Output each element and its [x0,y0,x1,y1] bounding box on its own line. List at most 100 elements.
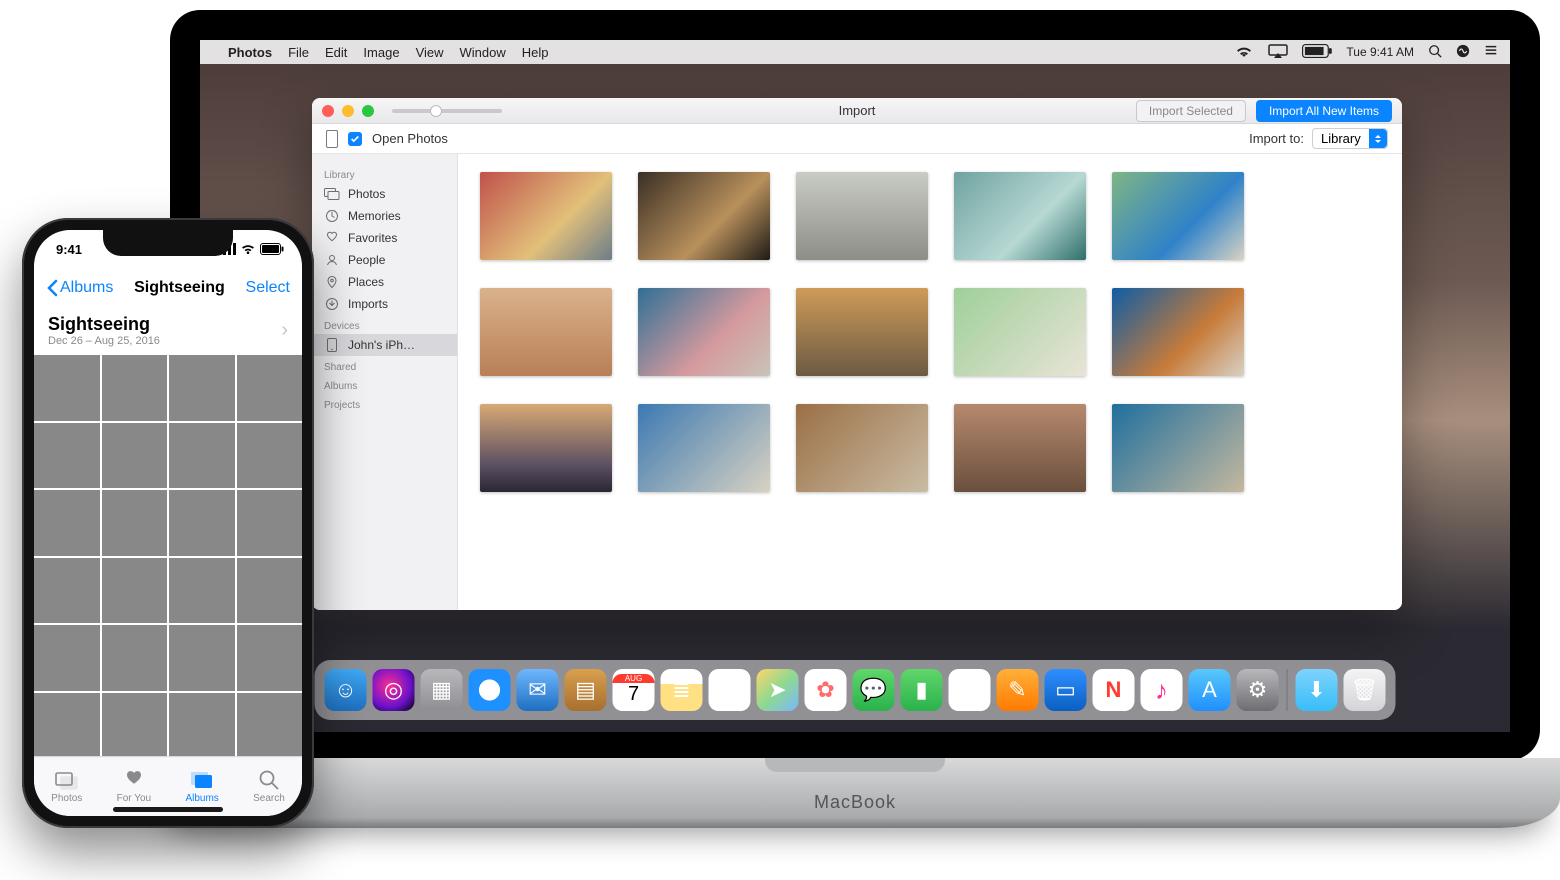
import-thumbnail[interactable] [954,404,1086,492]
photo-thumbnail[interactable] [169,423,235,489]
import-thumbnail[interactable] [1112,404,1244,492]
menu-help[interactable]: Help [522,45,549,60]
import-thumbnail[interactable] [1112,172,1244,260]
dock-app-calendar[interactable]: AUG7 [613,669,655,711]
photo-thumbnail[interactable] [34,490,100,556]
dock-app-numbers[interactable]: ▥ [949,669,991,711]
menubar-clock[interactable]: Tue 9:41 AM [1346,45,1414,59]
photo-thumbnail[interactable] [169,355,235,421]
photo-thumbnail[interactable] [34,355,100,421]
search-icon [256,769,282,791]
back-label: Albums [60,279,113,297]
tab-photos[interactable]: Photos [51,769,82,804]
siri-icon[interactable] [1456,44,1470,61]
menubar-app-name[interactable]: Photos [228,45,272,60]
photo-thumbnail[interactable] [237,490,303,556]
dock-app-itunes[interactable]: ♪ [1141,669,1183,711]
tab-albums[interactable]: Albums [185,769,218,804]
battery-icon[interactable] [1302,44,1332,61]
import-thumbnail[interactable] [954,172,1086,260]
import-thumbnail[interactable] [954,288,1086,376]
photo-thumbnail[interactable] [102,355,168,421]
sidebar-item-label: Places [348,275,384,289]
photo-thumbnail[interactable] [237,558,303,624]
dock-app-reminders[interactable]: ⊟ [709,669,751,711]
sidebar: LibraryPhotosMemoriesFavoritesPeoplePlac… [312,154,458,610]
dock-app-finder[interactable]: ☺ [325,669,367,711]
sidebar-item-places[interactable]: Places [312,271,457,293]
tab-foryou[interactable]: For You [117,769,151,804]
photo-thumbnail[interactable] [169,625,235,691]
sidebar-item-john-s-iph-[interactable]: John's iPh… [312,334,457,356]
photo-thumbnail[interactable] [102,490,168,556]
macbook-device: Photos File Edit Image View Window Help [150,0,1560,880]
dock-app-appstore[interactable]: A [1189,669,1231,711]
wifi-icon[interactable] [1234,44,1254,61]
photo-thumbnail[interactable] [237,355,303,421]
photo-thumbnail[interactable] [169,558,235,624]
back-button[interactable]: Albums [46,279,113,297]
dock-app-notes[interactable]: ≣ [661,669,703,711]
photo-thumbnail[interactable] [102,625,168,691]
dock-app-pages[interactable]: ✎ [997,669,1039,711]
menu-window[interactable]: Window [460,45,506,60]
dock-app-messages[interactable]: 💬 [853,669,895,711]
sidebar-item-favorites[interactable]: Favorites [312,227,457,249]
window-titlebar[interactable]: Import Import Selected Import All New It… [312,98,1402,124]
photo-thumbnail[interactable] [34,558,100,624]
photo-thumbnail[interactable] [237,693,303,759]
photo-thumbnail[interactable] [102,693,168,759]
dock-app-safari[interactable]: ✦ [469,669,511,711]
import-thumbnail[interactable] [1112,288,1244,376]
photo-thumbnail[interactable] [169,490,235,556]
photo-thumbnail[interactable] [102,423,168,489]
import-thumbnail[interactable] [638,404,770,492]
album-header[interactable]: Sightseeing Dec 26 – Aug 25, 2016 › [34,308,302,355]
photo-thumbnail[interactable] [237,625,303,691]
import-thumbnail[interactable] [796,404,928,492]
dock-app-preferences[interactable]: ⚙ [1237,669,1279,711]
import-thumbnail[interactable] [638,288,770,376]
open-photos-checkbox[interactable] [348,132,362,146]
import-thumbnail[interactable] [480,288,612,376]
dock-app-news[interactable]: N [1093,669,1135,711]
sidebar-item-imports[interactable]: Imports [312,293,457,315]
dock-app-mail[interactable]: ✉ [517,669,559,711]
import-thumbnail[interactable] [480,172,612,260]
dock-app-downloads[interactable]: ⬇ [1296,669,1338,711]
dock-app-photos[interactable]: ✿ [805,669,847,711]
import-thumbnail[interactable] [480,404,612,492]
photo-thumbnail[interactable] [34,625,100,691]
sidebar-item-photos[interactable]: Photos [312,183,457,205]
calendar-month: AUG [613,674,655,683]
import-thumbnail[interactable] [796,172,928,260]
menu-file[interactable]: File [288,45,309,60]
tab-search[interactable]: Search [253,769,285,804]
menu-edit[interactable]: Edit [325,45,347,60]
import-thumbnail[interactable] [638,172,770,260]
sidebar-item-memories[interactable]: Memories [312,205,457,227]
menu-view[interactable]: View [416,45,444,60]
dock-app-contacts[interactable]: ▤ [565,669,607,711]
dock-app-launchpad[interactable]: ▦ [421,669,463,711]
photo-thumbnail[interactable] [237,423,303,489]
dock-app-siri[interactable]: ◎ [373,669,415,711]
select-button[interactable]: Select [246,279,290,297]
dock-app-facetime[interactable]: ▮ [901,669,943,711]
dock-app-keynote[interactable]: ▭ [1045,669,1087,711]
menu-image[interactable]: Image [363,45,399,60]
photo-thumbnail[interactable] [102,558,168,624]
dock-app-maps[interactable]: ➤ [757,669,799,711]
spotlight-icon[interactable] [1428,44,1442,61]
notification-center-icon[interactable] [1484,44,1498,61]
airplay-icon[interactable] [1268,44,1288,61]
chevron-left-icon [46,279,58,297]
import-thumbnail[interactable] [796,288,928,376]
photos-app-window: Import Import Selected Import All New It… [312,98,1402,610]
photo-thumbnail[interactable] [169,693,235,759]
dock-app-trash[interactable]: 🗑 [1344,669,1386,711]
photo-thumbnail[interactable] [34,423,100,489]
sidebar-item-people[interactable]: People [312,249,457,271]
photo-thumbnail[interactable] [34,693,100,759]
status-time: 9:41 [56,242,82,257]
